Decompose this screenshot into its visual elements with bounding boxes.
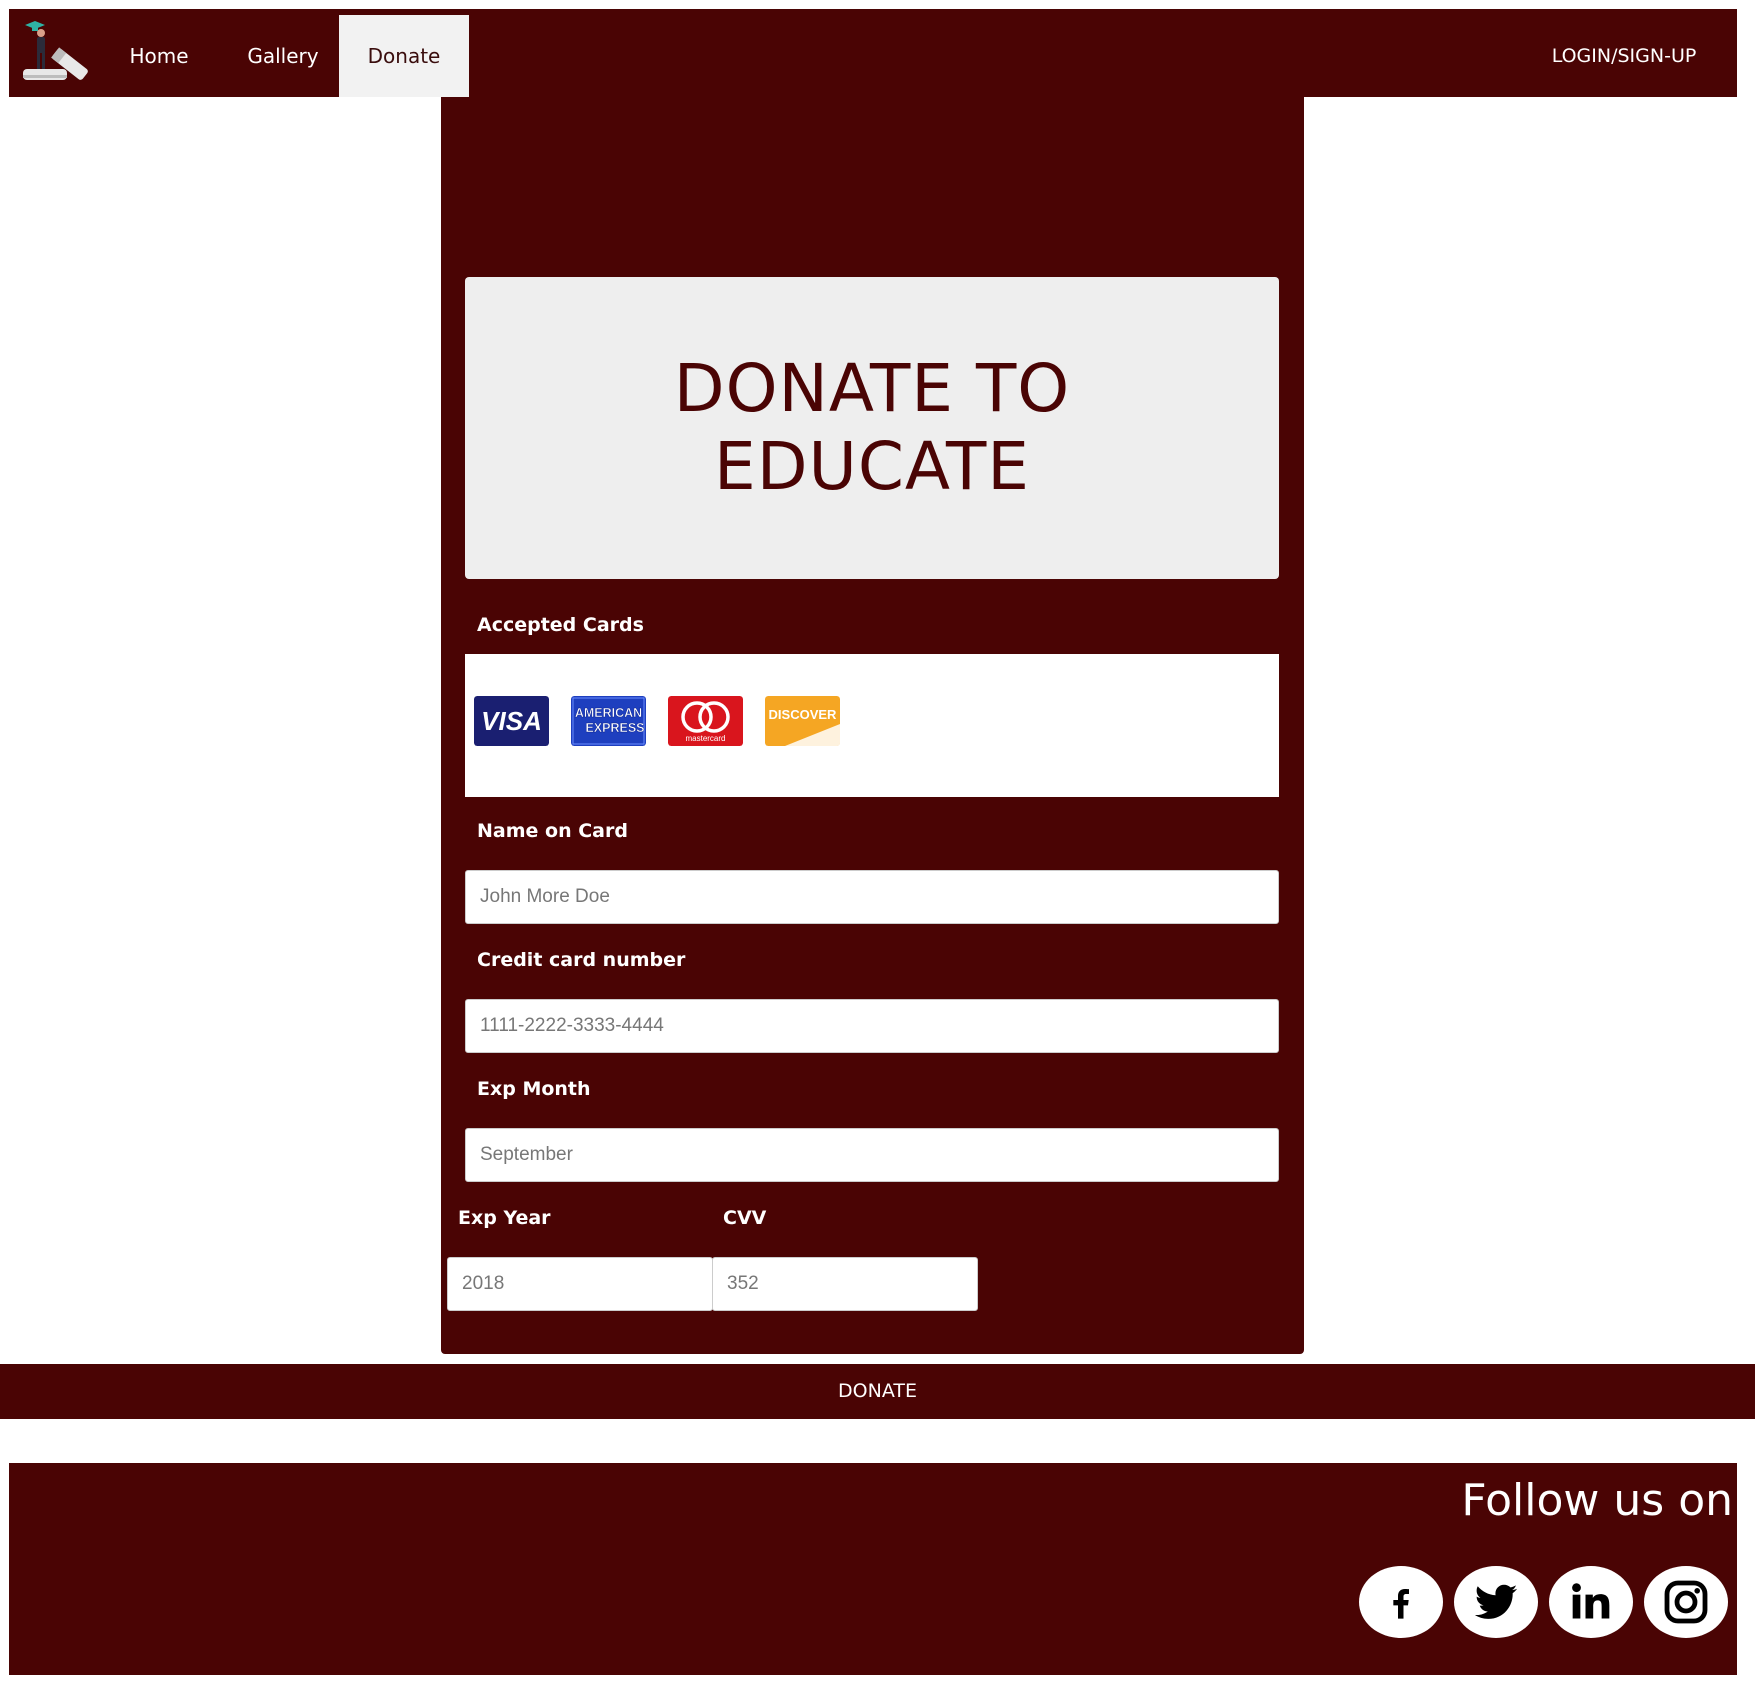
discover-icon: DISCOVER: [765, 696, 840, 746]
exp-month-label: Exp Month: [477, 1078, 591, 1100]
hero-banner: DONATE TO EDUCATE: [465, 277, 1279, 579]
exp-year-label: Exp Year: [458, 1207, 551, 1229]
exp-year-input[interactable]: [447, 1257, 713, 1311]
footer: Follow us on: [9, 1463, 1737, 1675]
name-on-card-label: Name on Card: [477, 820, 628, 842]
page-title-line-1: DONATE TO: [673, 350, 1071, 427]
donation-panel: DONATE TO EDUCATE Accepted Cards VISA AM…: [441, 97, 1304, 1354]
cvv-input[interactable]: [712, 1257, 978, 1311]
svg-text:mastercard: mastercard: [685, 734, 725, 743]
svg-text:VISA: VISA: [481, 706, 542, 736]
instagram-icon[interactable]: [1644, 1566, 1728, 1638]
twitter-icon[interactable]: [1454, 1566, 1538, 1638]
american-express-icon: AMERICAN EXPRESS: [571, 696, 646, 746]
nav-donate[interactable]: Donate: [339, 15, 469, 97]
nav-gallery[interactable]: Gallery: [225, 15, 341, 97]
svg-text:EXPRESS: EXPRESS: [585, 721, 644, 735]
exp-month-input[interactable]: [465, 1128, 1279, 1182]
follow-us-text: Follow us on: [1461, 1475, 1733, 1526]
cvv-label: CVV: [723, 1207, 767, 1229]
nav-home[interactable]: Home: [105, 15, 213, 97]
page-title: DONATE TO EDUCATE: [632, 350, 1112, 506]
mastercard-icon: mastercard: [668, 696, 743, 746]
name-on-card-input[interactable]: [465, 870, 1279, 924]
page-title-line-2: EDUCATE: [714, 428, 1030, 505]
linkedin-icon[interactable]: [1549, 1566, 1633, 1638]
accepted-cards-box: VISA AMERICAN EXPRESS mastercard DISCOVE…: [465, 654, 1279, 797]
donate-button[interactable]: DONATE: [0, 1364, 1755, 1419]
navbar: Home Gallery Donate LOGIN/SIGN-UP: [9, 9, 1737, 97]
nav-login-signup[interactable]: LOGIN/SIGN-UP: [1539, 15, 1709, 97]
credit-card-number-input[interactable]: [465, 999, 1279, 1053]
svg-text:AMERICAN: AMERICAN: [575, 706, 642, 720]
visa-icon: VISA: [474, 696, 549, 746]
facebook-icon[interactable]: [1359, 1566, 1443, 1638]
credit-card-number-label: Credit card number: [477, 949, 686, 971]
accepted-cards-label: Accepted Cards: [477, 614, 644, 636]
education-logo-icon[interactable]: [17, 19, 93, 87]
svg-text:DISCOVER: DISCOVER: [769, 707, 838, 722]
